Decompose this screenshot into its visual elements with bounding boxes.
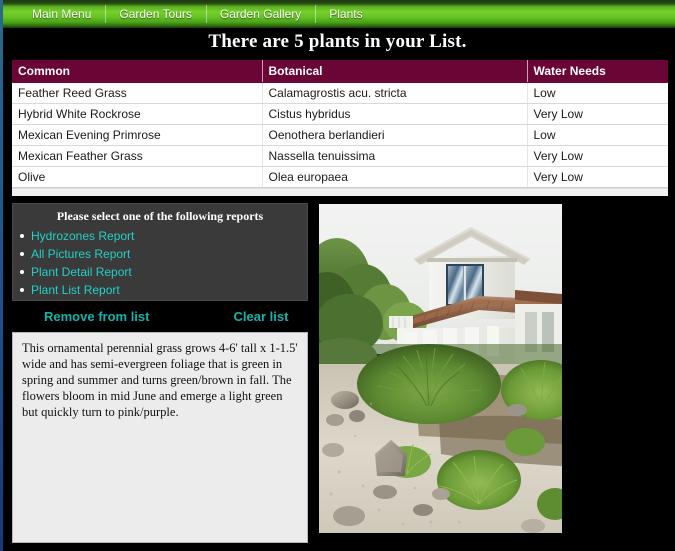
cell-botanical: Nassella tenuissima xyxy=(262,145,528,167)
nav-item-label: Plants xyxy=(329,7,363,21)
cell-common: Mexican Feather Grass xyxy=(12,145,263,167)
cell-common: Olive xyxy=(12,166,263,188)
reports-panel-heading: Please select one of the following repor… xyxy=(56,209,264,223)
report-link-plant-detail[interactable]: Plant Detail Report xyxy=(20,263,307,281)
plant-photo xyxy=(319,204,562,533)
cell-water: Low xyxy=(527,124,668,146)
nav-items-container: Main Menu Garden Tours Garden Gallery Pl… xyxy=(18,4,377,24)
nav-item-garden-gallery[interactable]: Garden Gallery xyxy=(205,4,315,24)
cell-common: Hybrid White Rockrose xyxy=(12,103,263,125)
cell-botanical: Oenothera berlandieri xyxy=(262,124,528,146)
clear-list-button[interactable]: Clear list xyxy=(233,309,288,324)
report-link-hydrozones[interactable]: Hydrozones Report xyxy=(20,227,307,245)
table-row[interactable]: Feather Reed Grass Calamagrostis acu. st… xyxy=(12,82,668,104)
nav-item-main-menu[interactable]: Main Menu xyxy=(18,4,105,24)
table-footer-strip xyxy=(12,188,668,196)
column-header-botanical: Botanical xyxy=(262,60,528,83)
cell-water: Very Low xyxy=(527,166,668,188)
reports-panel: Please select one of the following repor… xyxy=(12,203,308,301)
reports-list: Hydrozones Report All Pictures Report Pl… xyxy=(13,227,307,299)
report-link-all-pictures[interactable]: All Pictures Report xyxy=(20,245,307,263)
nav-item-label: Main Menu xyxy=(32,7,92,21)
cell-water: Low xyxy=(527,82,668,104)
column-header-common: Common xyxy=(12,60,263,83)
bullet-icon xyxy=(20,288,24,292)
table-row[interactable]: Mexican Evening Primrose Oenothera berla… xyxy=(12,124,668,146)
plants-table-container: Common Botanical Water Needs Feather Ree… xyxy=(12,60,668,196)
remove-from-list-button[interactable]: Remove from list xyxy=(44,309,149,324)
table-header-row: Common Botanical Water Needs xyxy=(12,60,668,83)
column-header-water: Water Needs xyxy=(527,60,668,83)
action-links-row: Remove from list Clear list xyxy=(12,303,308,329)
bullet-icon xyxy=(20,252,24,256)
nav-item-plants[interactable]: Plants xyxy=(315,4,376,24)
table-row[interactable]: Hybrid White Rockrose Cistus hybridus Ve… xyxy=(12,103,668,125)
report-link-label: All Pictures Report xyxy=(31,247,131,261)
nav-item-label: Garden Gallery xyxy=(219,7,302,21)
plant-description-box: This ornamental perennial grass grows 4-… xyxy=(12,332,308,543)
nav-item-label: Garden Tours xyxy=(119,7,192,21)
plants-table: Common Botanical Water Needs Feather Ree… xyxy=(12,60,668,188)
cell-common: Feather Reed Grass xyxy=(12,82,263,104)
page-title: There are 5 plants in your List. xyxy=(208,31,467,52)
table-row[interactable]: Olive Olea europaea Very Low xyxy=(12,166,668,188)
cell-botanical: Cistus hybridus xyxy=(262,103,528,125)
main-navigation-bar: Main Menu Garden Tours Garden Gallery Pl… xyxy=(0,0,675,28)
table-body: Feather Reed Grass Calamagrostis acu. st… xyxy=(12,82,668,188)
nav-item-garden-tours[interactable]: Garden Tours xyxy=(105,4,206,24)
plant-photo-image xyxy=(319,204,562,533)
report-link-plant-list[interactable]: Plant List Report xyxy=(20,281,307,299)
cell-water: Very Low xyxy=(527,145,668,167)
report-link-label: Plant List Report xyxy=(31,283,120,297)
report-link-label: Plant Detail Report xyxy=(31,265,132,279)
bullet-icon xyxy=(20,234,24,238)
bullet-icon xyxy=(20,270,24,274)
cell-water: Very Low xyxy=(527,103,668,125)
report-link-label: Hydrozones Report xyxy=(31,229,135,243)
left-edge-accent-stripe xyxy=(0,0,3,551)
cell-botanical: Olea europaea xyxy=(262,166,528,188)
cell-botanical: Calamagrostis acu. stricta xyxy=(262,82,528,104)
table-row[interactable]: Mexican Feather Grass Nassella tenuissim… xyxy=(12,145,668,167)
cell-common: Mexican Evening Primrose xyxy=(12,124,263,146)
